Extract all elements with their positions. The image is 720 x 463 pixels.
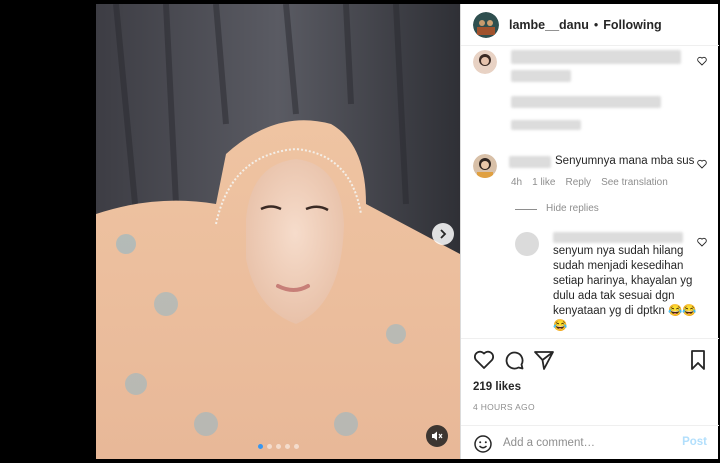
mute-toggle-button[interactable] [426, 425, 448, 447]
likes-count[interactable]: 219 likes [473, 381, 521, 393]
blurred-username [509, 156, 551, 168]
like-comment-heart-icon[interactable] [697, 237, 707, 247]
chevron-right-icon [440, 229, 447, 239]
carousel-indicator [96, 444, 460, 449]
author-avatar[interactable] [473, 11, 499, 38]
comment-meta: 4h 1 like Reply See translation [511, 177, 668, 188]
reply-line: 😂 [553, 320, 568, 332]
reply-line: senyum nya sudah hilang [553, 245, 684, 257]
comment-text: Senyumnya mana mba sus [555, 155, 695, 167]
post-timestamp: 4 HOURS AGO [473, 402, 535, 412]
post-actions: 219 likes 4 HOURS AGO [461, 338, 719, 428]
comments-list[interactable]: Senyumnya mana mba sus 4h 1 like Reply S… [461, 46, 719, 338]
replies-divider [515, 209, 537, 210]
speaker-muted-icon [432, 431, 443, 441]
carousel-dot-active [257, 444, 263, 449]
bookmark-icon[interactable] [687, 349, 709, 371]
commenter-avatar[interactable] [473, 154, 497, 178]
comment-input[interactable] [503, 435, 673, 451]
comment-composer: Post [461, 425, 719, 459]
next-slide-button[interactable] [432, 223, 454, 245]
reply-line: kenyataan yg di dptkn 😂😂 [553, 305, 697, 317]
carousel-dot [266, 444, 272, 449]
comment-icon[interactable] [503, 349, 525, 371]
header-separator: • [593, 17, 599, 32]
reply-avatar[interactable] [515, 232, 539, 256]
hide-replies-button[interactable]: Hide replies [546, 203, 599, 214]
blurred-comment-text [511, 50, 681, 64]
comment-reply-button[interactable]: Reply [565, 177, 591, 188]
comment-time: 4h [511, 177, 523, 188]
blurred-comment-text [511, 70, 571, 82]
see-translation-link[interactable]: See translation [601, 177, 668, 188]
comment-like-count[interactable]: 1 like [532, 177, 555, 188]
post-comment-button[interactable]: Post [682, 436, 707, 448]
post-photo [96, 4, 460, 459]
post-header: lambe__danu • Following [461, 4, 719, 46]
commenter-avatar[interactable] [473, 50, 497, 74]
share-icon[interactable] [533, 349, 555, 371]
blurred-username [553, 232, 683, 243]
carousel-dot [284, 444, 290, 449]
post-media[interactable] [96, 4, 460, 459]
reply-line: setiap harinya, khayalan yg [553, 275, 693, 287]
blurred-comment-meta [511, 120, 581, 130]
blurred-comment-text [511, 96, 661, 108]
post-side-panel: lambe__danu • Following Senyumnya mana m… [460, 4, 719, 459]
heart-icon[interactable] [473, 349, 495, 371]
carousel-dot [293, 444, 299, 449]
reply-line: sudah menjadi kesedihan [553, 260, 684, 272]
emoji-icon[interactable] [473, 434, 493, 454]
like-comment-heart-icon[interactable] [697, 56, 707, 66]
author-username[interactable]: lambe__danu [509, 18, 589, 32]
carousel-dot [275, 444, 281, 449]
reply-line: dulu ada tak sesuai dgn [553, 290, 675, 302]
reply-text: senyum nya sudah hilang sudah menjadi ke… [553, 244, 697, 334]
like-comment-heart-icon[interactable] [697, 159, 707, 169]
follow-status[interactable]: Following [603, 18, 661, 32]
